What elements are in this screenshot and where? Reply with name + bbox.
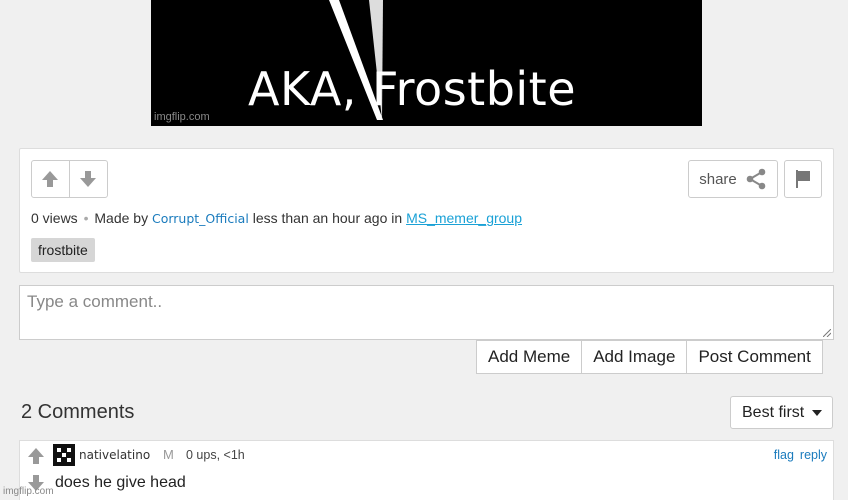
flag-icon — [796, 170, 810, 188]
share-button[interactable]: share — [688, 160, 778, 198]
meme-meta: 0 views • Made by Corrupt_Official less … — [31, 210, 522, 226]
arrow-down-icon — [80, 171, 97, 187]
comment-text: does he give head — [55, 474, 186, 491]
comment-upvote-button[interactable] — [23, 444, 49, 468]
meme-image: AKA, Frostbite imgflip.com — [151, 0, 702, 126]
comment-links: flag reply — [774, 448, 827, 462]
avatar[interactable] — [53, 444, 75, 466]
tag-frostbite[interactable]: frostbite — [31, 238, 95, 262]
flag-button[interactable] — [784, 160, 822, 198]
stream-link[interactable]: MS_memer_group — [406, 210, 522, 226]
arrow-up-icon — [42, 171, 59, 187]
sort-value: Best first — [742, 404, 805, 421]
comment-gender: M — [163, 447, 174, 462]
meme-watermark: imgflip.com — [154, 111, 210, 123]
chevron-down-icon — [812, 410, 822, 416]
sort-select[interactable]: Best first — [730, 396, 833, 429]
downvote-button[interactable] — [70, 161, 108, 197]
add-meme-button[interactable]: Add Meme — [477, 341, 583, 373]
made-by-label: Made by — [94, 210, 149, 226]
author-link[interactable]: Corrupt_Official — [152, 211, 249, 226]
meme-caption: AKA, Frostbite — [248, 62, 577, 116]
comment-username[interactable]: nativelatino — [79, 448, 150, 462]
comment-item: nativelatino M 0 ups, <1h flag reply doe… — [19, 440, 834, 500]
vote-group — [31, 160, 108, 198]
time-text: less than an hour ago in — [252, 210, 403, 226]
share-icon — [746, 168, 766, 190]
comments-count: 2 Comments — [21, 401, 135, 423]
comment-flag-link[interactable]: flag — [774, 448, 794, 462]
upvote-button[interactable] — [32, 161, 70, 197]
comment-actions: Add Meme Add Image Post Comment — [476, 340, 823, 374]
view-count: 0 views — [31, 210, 78, 226]
meme-info-card: share 0 views • Made by Corrupt_Official… — [19, 148, 834, 273]
comment-placeholder: Type a comment.. — [27, 292, 163, 311]
comment-reply-link[interactable]: reply — [800, 448, 827, 462]
comment-input[interactable]: Type a comment.. — [19, 285, 834, 340]
resize-grip-icon[interactable] — [823, 329, 831, 337]
add-image-button[interactable]: Add Image — [582, 341, 688, 373]
footer-watermark: imgflip.com — [3, 486, 54, 497]
share-label: share — [699, 170, 737, 188]
post-comment-button[interactable]: Post Comment — [687, 341, 821, 373]
arrow-up-icon — [28, 448, 44, 464]
comment-meta: 0 ups, <1h — [186, 448, 245, 462]
